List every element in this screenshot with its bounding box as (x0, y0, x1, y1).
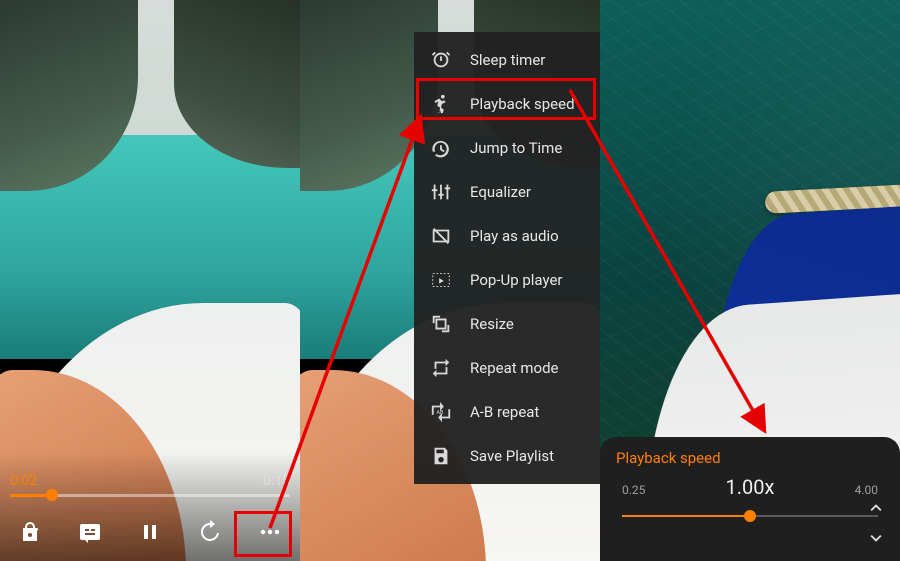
menu-item-sleep-timer[interactable]: Sleep timer (414, 38, 600, 82)
menu-label: Playback speed (470, 95, 575, 113)
options-menu: Sleep timer Playback speed Jump to Time … (414, 32, 600, 484)
menu-item-resize[interactable]: Resize (414, 302, 600, 346)
menu-label: Sleep timer (470, 51, 545, 69)
menu-label: Pop-Up player (470, 271, 563, 289)
menu-item-jump-to-time[interactable]: Jump to Time (414, 126, 600, 170)
alarm-icon (430, 49, 452, 71)
speed-ticks: 0.25 1.00x 4.00 (600, 475, 900, 499)
ab-icon: AB (430, 401, 452, 423)
menu-label: Jump to Time (470, 139, 562, 157)
menu-item-save-playlist[interactable]: Save Playlist (414, 434, 600, 478)
slider-fill (622, 515, 750, 517)
chevron-down-icon (865, 528, 887, 550)
chevron-up-icon (865, 496, 887, 518)
menu-item-playback-speed[interactable]: Playback speed (414, 82, 600, 126)
jump-icon (430, 137, 452, 159)
subtitles-icon (78, 520, 102, 544)
equalizer-icon (430, 181, 452, 203)
menu-label: Save Playlist (470, 447, 554, 465)
menu-item-play-as-audio[interactable]: Play as audio (414, 214, 600, 258)
sheet-title: Playback speed (600, 437, 900, 475)
pause-icon (138, 520, 162, 544)
popup-icon (430, 269, 452, 291)
resize-icon (430, 313, 452, 335)
screenshot-panel-2: Sleep timer Playback speed Jump to Time … (300, 0, 600, 561)
menu-item-popup[interactable]: Pop-Up player (414, 258, 600, 302)
screenshot-panel-1: 0:02 0:15 (0, 0, 300, 561)
menu-item-repeat[interactable]: Repeat mode (414, 346, 600, 390)
menu-label: Equalizer (470, 183, 531, 201)
speed-up-button[interactable] (862, 493, 890, 521)
pause-button[interactable] (127, 509, 173, 555)
menu-label: Repeat mode (470, 359, 558, 377)
rotate-button[interactable] (187, 509, 233, 555)
subtitles-button[interactable] (67, 509, 113, 555)
menu-item-ab-repeat[interactable]: AB A-B repeat (414, 390, 600, 434)
playback-speed-sheet: Playback speed 0.25 1.00x 4.00 (600, 437, 900, 561)
seek-bar[interactable] (10, 487, 290, 503)
menu-label: Resize (470, 315, 514, 333)
menu-label: Play as audio (470, 227, 559, 245)
run-icon (430, 93, 452, 115)
lock-icon (18, 520, 42, 544)
slider-thumb[interactable] (744, 510, 756, 522)
repeat-icon (430, 357, 452, 379)
audio-icon (430, 225, 452, 247)
menu-item-equalizer[interactable]: Equalizer (414, 170, 600, 214)
more-icon (258, 520, 282, 544)
screenshot-panel-3: Playback speed 0.25 1.00x 4.00 (600, 0, 900, 561)
speed-slider[interactable] (622, 509, 878, 523)
speed-min: 0.25 (622, 483, 645, 497)
speed-down-button[interactable] (862, 525, 890, 553)
controls-row (0, 509, 300, 555)
more-button[interactable] (247, 509, 293, 555)
player-controls: 0:02 0:15 (0, 451, 300, 561)
menu-label: A-B repeat (470, 403, 539, 421)
svg-text:AB: AB (436, 410, 444, 416)
seek-thumb[interactable] (46, 489, 58, 501)
save-icon (430, 445, 452, 467)
rotate-icon (198, 520, 222, 544)
speed-value: 1.00x (726, 475, 775, 499)
lock-button[interactable] (7, 509, 53, 555)
